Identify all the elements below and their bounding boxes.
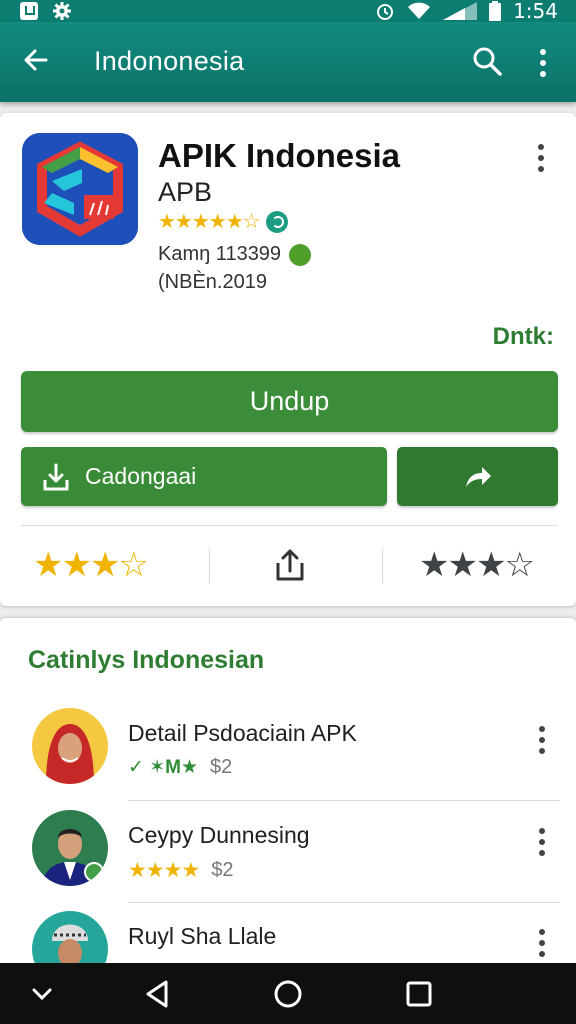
item-more-vert-icon[interactable] bbox=[532, 724, 552, 756]
item-title: Ruyl Sha Llale bbox=[128, 923, 277, 949]
price-label: Dntk: bbox=[492, 323, 554, 350]
verified-badge-icon bbox=[265, 210, 288, 233]
share-arrow-icon bbox=[465, 466, 491, 487]
app-card: APIK Indonesia APB ★★★★★☆ Kamŋ 113399 (N… bbox=[0, 113, 576, 606]
nav-recents-icon[interactable] bbox=[400, 977, 436, 1011]
back-arrow-icon[interactable] bbox=[20, 44, 52, 76]
separator bbox=[382, 549, 383, 583]
toolbar-title: Indononesia bbox=[94, 46, 245, 76]
download-button-label: Cadongaai bbox=[85, 463, 197, 489]
rate-stars-left[interactable]: ★★★☆ bbox=[33, 545, 149, 585]
item-subline: ★★★★ $2 bbox=[128, 858, 234, 883]
alarm-icon bbox=[377, 4, 394, 20]
related-apps-card: Catinlys Indonesian Detail Psdoaciain AP… bbox=[0, 618, 576, 987]
section-title: Catinlys Indonesian bbox=[28, 646, 265, 674]
item-stars: ★★★★ bbox=[128, 859, 200, 882]
nav-home-icon[interactable] bbox=[270, 977, 306, 1011]
install-button[interactable]: Undup bbox=[21, 371, 558, 432]
divider bbox=[128, 902, 560, 903]
notification-icon bbox=[20, 2, 38, 20]
separator bbox=[209, 549, 210, 583]
search-icon[interactable] bbox=[470, 44, 504, 78]
item-subline: ✓ ✶M★ $2 bbox=[128, 756, 232, 779]
app-logo-icon bbox=[22, 133, 138, 245]
app-meta-date: (NBЀn.2019 bbox=[158, 271, 267, 293]
upload-share-icon[interactable] bbox=[273, 547, 307, 583]
card-more-vert-icon[interactable] bbox=[530, 141, 552, 175]
wifi-icon bbox=[408, 2, 431, 19]
app-developer[interactable]: APB bbox=[158, 177, 212, 208]
item-price: $2 bbox=[209, 756, 233, 778]
meta-downloads-text: Kamŋ 113399 bbox=[158, 243, 282, 265]
status-bar: 1:54 bbox=[0, 0, 576, 23]
avatar bbox=[32, 810, 108, 886]
list-item[interactable]: Ceypy Dunnesing ★★★★ $2 bbox=[0, 810, 576, 910]
action-row: ★★★☆ ★★★☆ bbox=[21, 543, 558, 591]
app-meta-downloads: Kamŋ 113399 bbox=[158, 243, 312, 266]
more-vert-icon[interactable] bbox=[532, 46, 554, 80]
nav-collapse-icon[interactable] bbox=[24, 977, 60, 1011]
item-title: Ceypy Dunnesing bbox=[128, 822, 310, 848]
leaf-badge-icon bbox=[289, 243, 312, 266]
rate-stars-right[interactable]: ★★★☆ bbox=[419, 545, 535, 585]
item-badges: ✓ ✶M★ bbox=[128, 757, 198, 778]
share-button[interactable] bbox=[397, 447, 558, 506]
divider bbox=[21, 525, 558, 526]
item-more-vert-icon[interactable] bbox=[532, 927, 552, 959]
app-name: APIK Indonesia bbox=[158, 137, 401, 174]
rating-stars: ★★★★★☆ bbox=[158, 211, 261, 233]
item-price: $2 bbox=[211, 859, 234, 881]
divider bbox=[128, 800, 560, 801]
system-nav-bar bbox=[0, 963, 576, 1024]
item-more-vert-icon[interactable] bbox=[532, 826, 552, 858]
signal-icon bbox=[443, 2, 478, 20]
list-item[interactable]: Detail Psdoaciain APK ✓ ✶M★ $2 bbox=[0, 708, 576, 808]
battery-icon bbox=[489, 1, 502, 21]
nav-back-icon[interactable] bbox=[140, 977, 176, 1011]
install-button-label: Undup bbox=[249, 386, 330, 416]
download-icon bbox=[43, 463, 69, 490]
status-time: 1:54 bbox=[513, 0, 558, 23]
item-title: Detail Psdoaciain APK bbox=[128, 720, 357, 746]
app-rating: ★★★★★☆ bbox=[158, 209, 288, 234]
app-toolbar: Indononesia bbox=[0, 22, 576, 102]
avatar bbox=[32, 708, 108, 784]
settings-icon bbox=[53, 2, 71, 20]
download-button[interactable]: Cadongaai bbox=[21, 447, 387, 506]
